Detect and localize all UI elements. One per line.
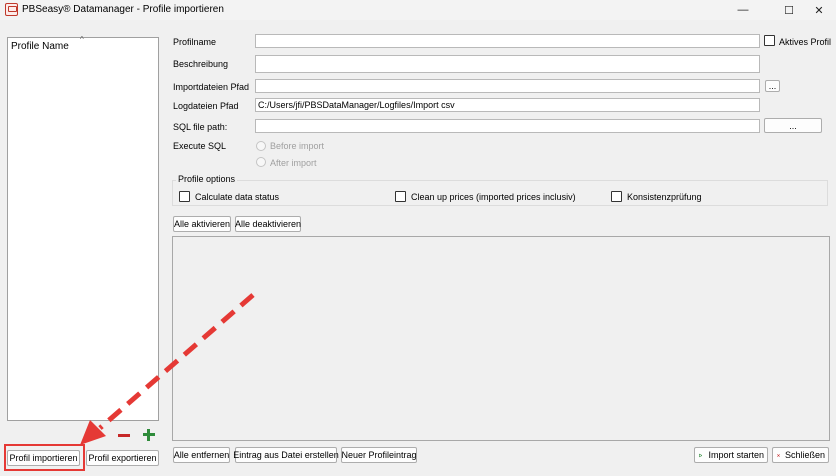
- maximize-button[interactable]: ☐: [772, 0, 806, 20]
- alle-deaktivieren-button[interactable]: Alle deaktivieren: [235, 216, 301, 232]
- calculate-data-status-checkbox[interactable]: [179, 191, 190, 202]
- profil-exportieren-button[interactable]: Profil exportieren: [86, 450, 159, 466]
- beschreibung-input[interactable]: [255, 55, 760, 73]
- clean-up-prices-checkbox[interactable]: [395, 191, 406, 202]
- schliessen-button[interactable]: Schließen: [772, 447, 829, 463]
- remove-icon[interactable]: [115, 427, 133, 443]
- execute-sql-label: Execute SQL: [173, 141, 227, 151]
- sql-file-path-input[interactable]: [255, 119, 760, 133]
- konsistenzpruefung-label: Konsistenzprüfung: [627, 192, 702, 202]
- add-icon[interactable]: [140, 427, 158, 443]
- app-icon: [5, 3, 18, 16]
- close-x-icon: [777, 453, 780, 457]
- profile-entries-area[interactable]: [172, 236, 830, 441]
- window-title: PBSeasy® Datamanager - Profile importier…: [22, 4, 224, 15]
- alle-aktivieren-button[interactable]: Alle aktivieren: [173, 216, 231, 232]
- profilname-label: Profilname: [173, 37, 217, 47]
- after-import-label: After import: [270, 158, 317, 168]
- calculate-data-status-label: Calculate data status: [195, 192, 280, 202]
- logdateien-label: Logdateien Pfad: [173, 101, 239, 111]
- neuer-profileintrag-button[interactable]: Neuer Profileintrag: [341, 447, 417, 463]
- profile-name-column-header[interactable]: Profile Name: [11, 41, 69, 52]
- before-import-label: Before import: [270, 141, 325, 151]
- schliessen-label: Schließen: [784, 450, 825, 460]
- after-import-radio[interactable]: [256, 157, 266, 167]
- alle-entfernen-button[interactable]: Alle entfernen: [173, 447, 230, 463]
- aktives-profil-checkbox[interactable]: [764, 35, 775, 46]
- importdateien-browse-button[interactable]: ...: [765, 80, 780, 92]
- play-icon: [699, 453, 703, 457]
- profile-name-header-label: Profile Name: [11, 41, 69, 52]
- profilname-input[interactable]: [255, 34, 760, 48]
- konsistenzpruefung-checkbox[interactable]: [611, 191, 622, 202]
- minimize-button[interactable]: —: [726, 0, 760, 20]
- importdateien-input[interactable]: [255, 79, 760, 93]
- clean-up-prices-label: Clean up prices (imported prices inclusi…: [411, 192, 576, 202]
- sql-file-path-label: SQL file path:: [173, 122, 228, 132]
- title-bar: PBSeasy® Datamanager - Profile importier…: [0, 0, 836, 20]
- import-starten-button[interactable]: Import starten: [694, 447, 768, 463]
- profile-options-title: Profile options: [176, 174, 238, 184]
- logdateien-input[interactable]: C:/Users/jfi/PBSDataManager/Logfiles/Imp…: [255, 98, 760, 112]
- sql-file-browse-button[interactable]: ...: [764, 118, 822, 133]
- importdateien-label: Importdateien Pfad: [173, 82, 250, 92]
- highlight-box: [4, 444, 85, 471]
- beschreibung-label: Beschreibung: [173, 59, 229, 69]
- sort-caret-icon: ^: [80, 35, 84, 44]
- close-window-button[interactable]: ✕: [802, 0, 836, 20]
- before-import-radio[interactable]: [256, 141, 266, 151]
- eintrag-aus-datei-button[interactable]: Eintrag aus Datei erstellen: [233, 447, 339, 463]
- arrow-head: [80, 420, 106, 445]
- aktives-profil-label: Aktives Profil: [779, 37, 832, 47]
- import-starten-label: Import starten: [708, 450, 764, 460]
- profile-list[interactable]: Profile Name ^: [7, 35, 159, 421]
